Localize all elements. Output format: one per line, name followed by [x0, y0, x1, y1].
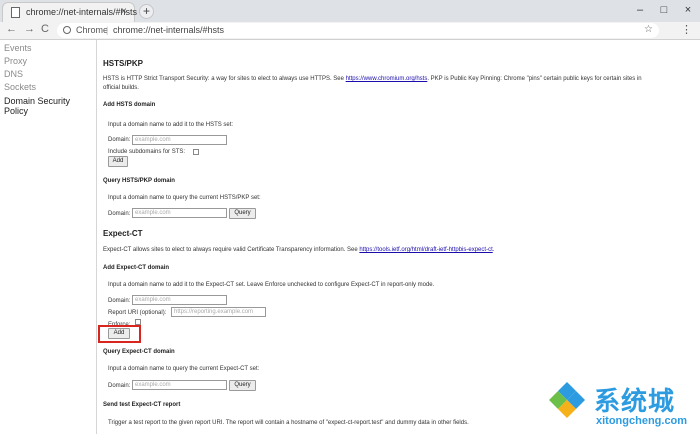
- query-ct-domain-input[interactable]: example.com: [132, 380, 227, 390]
- page-icon: [11, 7, 20, 18]
- expect-ct-desc-text: Expect-CT allows sites to elect to alway…: [103, 247, 360, 253]
- add-hsts-domain-label: Domain:: [108, 137, 131, 143]
- query-hsts-domain-input[interactable]: example.com: [132, 208, 227, 218]
- highlight-box: [98, 325, 141, 343]
- watermark-en: xitongcheng.com: [596, 415, 688, 427]
- back-icon[interactable]: ←: [6, 23, 17, 35]
- add-expect-ct-title: Add Expect-CT domain: [103, 265, 170, 271]
- chromium-hsts-link[interactable]: https://www.chromium.org/hsts: [346, 76, 428, 82]
- sidebar-item-proxy[interactable]: Proxy: [4, 56, 27, 66]
- watermark-logo-icon: [549, 382, 585, 418]
- report-uri-label: Report URI (optional):: [108, 310, 167, 316]
- forward-icon[interactable]: →: [24, 23, 35, 35]
- report-uri-input[interactable]: https://reporting.example.com: [171, 307, 266, 317]
- info-icon: [63, 26, 71, 34]
- query-hsts-button[interactable]: Query: [229, 208, 256, 219]
- hsts-description: HSTS is HTTP Strict Transport Security: …: [103, 75, 642, 93]
- send-test-text: Trigger a test report to the given repor…: [108, 420, 469, 426]
- query-hsts-text: Input a domain name to query the current…: [108, 195, 261, 201]
- origin-separator: |: [106, 25, 109, 35]
- window-controls: – □ ×: [628, 0, 700, 22]
- expect-ct-desc-end: .: [492, 247, 495, 253]
- query-expect-ct-button[interactable]: Query: [229, 380, 256, 391]
- tab-net-internals[interactable]: chrome://net-internals/#hsts ×: [2, 2, 137, 22]
- hsts-desc-text: HSTS is HTTP Strict Transport Security: …: [103, 76, 346, 82]
- sidebar-item-sockets[interactable]: Sockets: [4, 82, 36, 92]
- sidebar: Events Proxy DNS Sockets Domain Security…: [0, 40, 97, 434]
- address-bar[interactable]: Chrome | chrome://net-internals/#hsts ☆: [57, 23, 659, 38]
- tab-close-icon[interactable]: ×: [121, 6, 127, 17]
- query-hsts-domain-label: Domain:: [108, 211, 131, 217]
- add-hsts-button[interactable]: Add: [108, 156, 128, 167]
- sidebar-item-events[interactable]: Events: [4, 43, 32, 53]
- add-hsts-text: Input a domain name to add it to the HST…: [108, 122, 234, 128]
- minimize-icon[interactable]: –: [628, 0, 652, 22]
- add-hsts-title: Add HSTS domain: [103, 102, 156, 108]
- sidebar-item-dns[interactable]: DNS: [4, 69, 23, 79]
- tab-strip: chrome://net-internals/#hsts × + – □ ×: [0, 0, 700, 22]
- bookmark-star-icon[interactable]: ☆: [644, 24, 653, 35]
- include-subdomains-checkbox[interactable]: [193, 149, 199, 155]
- origin-label: Chrome: [76, 25, 109, 35]
- new-tab-button[interactable]: +: [139, 4, 154, 19]
- include-subdomains-label: Include subdomains for STS:: [108, 149, 186, 155]
- query-expect-ct-title: Query Expect-CT domain: [103, 349, 175, 355]
- expect-ct-title: Expect-CT: [103, 229, 143, 238]
- add-ct-domain-label: Domain:: [108, 298, 131, 304]
- add-ct-domain-input[interactable]: example.com: [132, 295, 227, 305]
- hsts-desc-text-2: . PKP is Public Key Pinning: Chrome "pin…: [427, 76, 642, 82]
- menu-icon[interactable]: ⋮: [681, 23, 692, 36]
- query-expect-ct-text: Input a domain name to query the current…: [108, 366, 260, 372]
- main-content: HSTS/PKP HSTS is HTTP Strict Transport S…: [103, 40, 700, 434]
- hsts-desc-text-3: official builds.: [103, 85, 139, 91]
- watermark-cn: 系统城: [594, 386, 676, 416]
- browser-toolbar: ← → C Chrome | chrome://net-internals/#h…: [0, 22, 700, 40]
- add-expect-ct-text: Input a domain name to add it to the Exp…: [108, 282, 435, 288]
- hsts-title: HSTS/PKP: [103, 59, 144, 68]
- close-window-icon[interactable]: ×: [676, 0, 700, 22]
- url-text[interactable]: chrome://net-internals/#hsts: [113, 25, 224, 35]
- reload-icon[interactable]: C: [41, 23, 49, 35]
- query-ct-domain-label: Domain:: [108, 383, 131, 389]
- expect-ct-draft-link[interactable]: https://tools.ietf.org/html/draft-ietf-h…: [359, 247, 492, 253]
- expect-ct-description: Expect-CT allows sites to elect to alway…: [103, 246, 494, 255]
- query-hsts-title: Query HSTS/PKP domain: [103, 178, 175, 184]
- sidebar-item-domain-security-policy[interactable]: Domain Security Policy: [4, 96, 96, 116]
- maximize-icon[interactable]: □: [652, 0, 676, 22]
- send-test-title: Send test Expect-CT report: [103, 402, 181, 408]
- add-hsts-domain-input[interactable]: example.com: [132, 135, 227, 145]
